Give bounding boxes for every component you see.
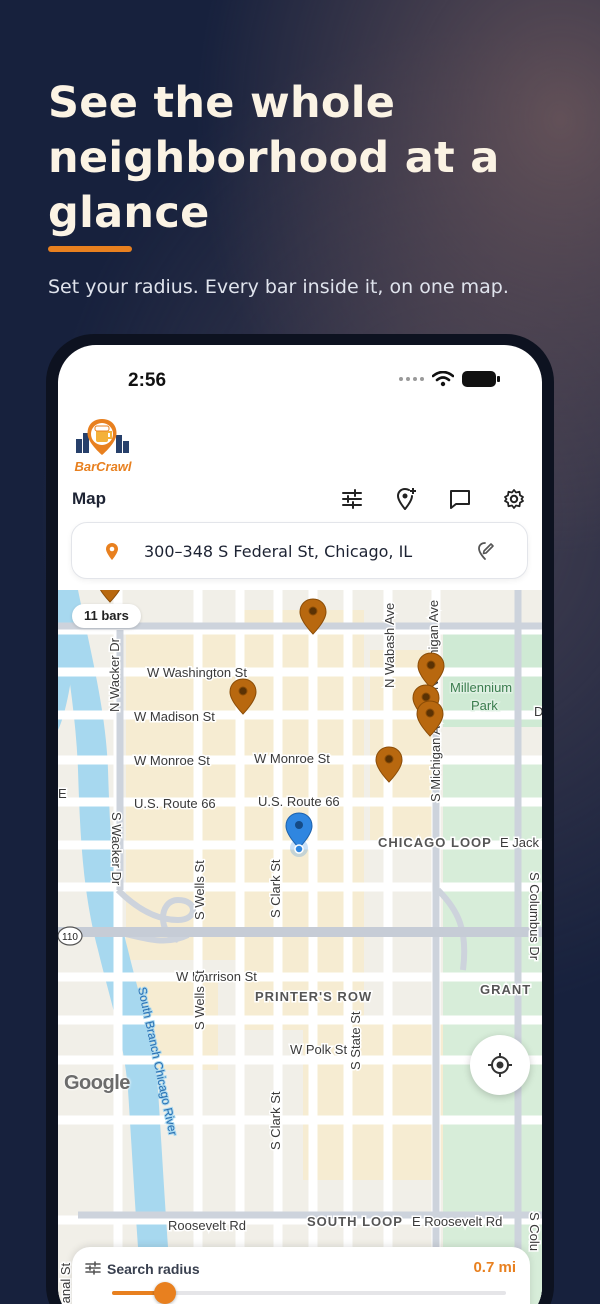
location-pin-icon <box>106 543 118 560</box>
label-wacker-n: N Wacker Dr <box>107 637 122 712</box>
label-polk: W Polk St <box>290 1042 347 1057</box>
label-south-loop: SOUTH LOOP <box>307 1214 403 1229</box>
radius-slider-thumb[interactable] <box>154 1282 177 1304</box>
status-bar: 2:56 <box>58 345 542 415</box>
map-canvas: 110 W Washington St W Madison St W Monro… <box>58 590 542 1304</box>
label-washington: W Washington St <box>147 665 247 680</box>
gear-icon <box>504 489 524 509</box>
label-madison: W Madison St <box>134 709 215 724</box>
google-attribution: Google <box>64 1072 130 1094</box>
radius-label: Search radius <box>107 1261 200 1277</box>
logo-graphic: BarCrawl <box>74 419 132 474</box>
label-chicago-loop: CHICAGO LOOP <box>378 835 492 850</box>
label-e: E <box>58 786 67 801</box>
edit-location-icon[interactable] <box>477 541 495 561</box>
add-location-button[interactable] <box>390 483 422 515</box>
status-time: 2:56 <box>128 370 167 391</box>
label-d: D <box>534 704 542 719</box>
crosshair-icon <box>488 1053 512 1077</box>
label-millennium: Millennium <box>450 680 512 695</box>
label-e-jack: E Jack <box>500 835 540 850</box>
label-monroe-e: W Monroe St <box>254 751 330 766</box>
label-park: Park <box>471 698 498 713</box>
label-wells-1: S Wells St <box>192 860 207 920</box>
label-monroe-w: W Monroe St <box>134 753 210 768</box>
radius-slider-fill <box>112 1291 158 1295</box>
label-route66-e: U.S. Route 66 <box>258 794 340 809</box>
hero-subhead: Set your radius. Every bar inside it, on… <box>48 276 509 298</box>
radius-value: 0.7 mi <box>473 1259 516 1276</box>
filter-button[interactable] <box>336 483 368 515</box>
label-clark-2: S Clark St <box>268 1091 283 1150</box>
label-columbus-2: S Colu <box>527 1212 542 1251</box>
settings-button[interactable] <box>498 483 530 515</box>
battery-icon <box>462 371 500 387</box>
radius-slider[interactable] <box>112 1282 506 1304</box>
label-roosevelt-e: E Roosevelt Rd <box>412 1214 502 1229</box>
address-bar[interactable]: 300–348 S Federal St, Chicago, IL <box>71 522 528 579</box>
headline-underline <box>48 246 132 252</box>
sliders-icon <box>85 1261 101 1275</box>
chat-icon <box>450 490 470 509</box>
label-harrison: W Harrison St <box>176 969 257 984</box>
map-view[interactable]: 110 W Washington St W Madison St W Monro… <box>58 590 542 1304</box>
radius-panel: Search radius 0.7 mi <box>72 1247 530 1304</box>
hero-headline: See the whole neighborhood at a glance <box>48 78 500 238</box>
label-wacker-s: S Wacker Dr <box>109 812 124 886</box>
label-grant: GRANT <box>480 982 531 997</box>
label-route66-w: U.S. Route 66 <box>134 796 216 811</box>
filter-icon <box>342 489 362 509</box>
recenter-button[interactable] <box>470 1035 530 1095</box>
label-roosevelt-w: Roosevelt Rd <box>168 1218 246 1233</box>
label-printers-row: PRINTER'S ROW <box>255 989 372 1004</box>
address-text: 300–348 S Federal St, Chicago, IL <box>144 542 413 561</box>
chat-button[interactable] <box>444 483 476 515</box>
logo-text: BarCrawl <box>74 459 131 474</box>
signal-dots-icon <box>399 377 424 381</box>
phone-screen: 2:56 BarCrawl Map 300–348 S Federal St, … <box>58 345 542 1304</box>
bars-count-badge: 11 bars <box>72 604 141 628</box>
toolbar <box>336 483 530 515</box>
label-canal: S Canal St <box>58 1262 73 1304</box>
svg-text:110: 110 <box>62 932 78 943</box>
label-clark-1: S Clark St <box>268 859 283 918</box>
wifi-icon <box>432 371 454 387</box>
page-title: Map <box>72 489 106 508</box>
app-logo: BarCrawl <box>70 417 136 477</box>
label-columbus: S Columbus Dr <box>527 872 542 961</box>
route-110-shield: 110 <box>58 926 83 946</box>
status-icons <box>399 371 500 387</box>
add-location-icon <box>396 487 416 510</box>
label-wabash: N Wabash Ave <box>382 603 397 688</box>
label-wells-2: S Wells St <box>192 970 207 1030</box>
label-state: S State St <box>348 1011 363 1070</box>
